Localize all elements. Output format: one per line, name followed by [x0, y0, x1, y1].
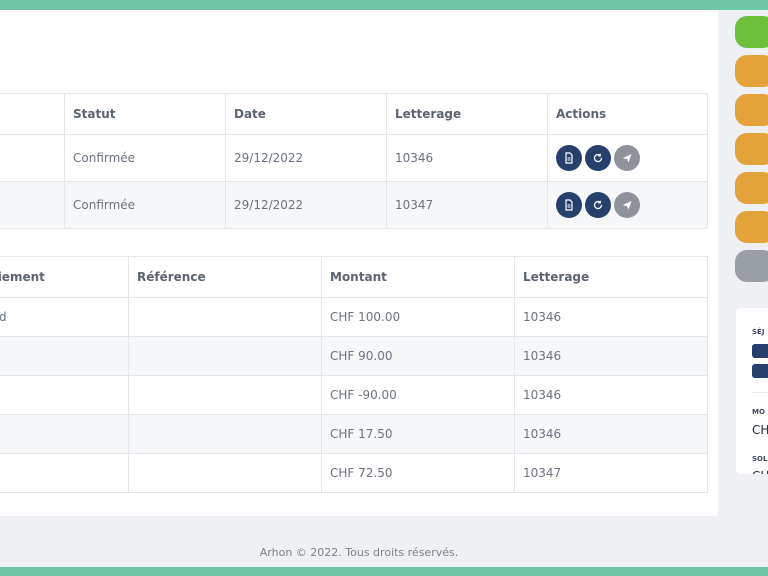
refresh-icon[interactable] — [585, 145, 611, 171]
cell-paiement — [0, 453, 129, 493]
cell-date: 29/12/2022 — [225, 134, 387, 182]
cell-actions — [547, 134, 708, 182]
stay-summary-card: SÉJ MO CH SOL CH — [736, 308, 768, 474]
cell-reference — [128, 336, 322, 376]
cell-reference — [128, 375, 322, 415]
table-row: CHF 72.50 10347 — [0, 453, 708, 493]
document-icon[interactable] — [556, 192, 582, 218]
cell-montant: CHF 100.00 — [321, 297, 515, 337]
orders-table: Statut Date Letterage Actions Confirmée … — [0, 93, 708, 229]
status-pill-orange[interactable] — [735, 55, 768, 87]
montant-label: MO — [752, 408, 765, 416]
table-row: Confirmée 29/12/2022 10347 — [0, 181, 708, 229]
column-header-paiement: paiement — [0, 256, 129, 298]
cell-paiement — [0, 414, 129, 454]
solde-label: SOL — [752, 455, 768, 463]
montant-value: CH — [752, 423, 768, 437]
table-header-row: paiement Référence Montant Letterage — [0, 256, 708, 298]
solde-value: CH — [752, 469, 768, 474]
cell-letterage: 10346 — [386, 134, 548, 182]
cell-statut: Confirmée — [64, 181, 226, 229]
status-pill-column — [735, 16, 768, 289]
column-header-letterage: Letterage — [386, 93, 548, 135]
table-row: d CHF 100.00 10346 — [0, 297, 708, 337]
status-pill-orange[interactable] — [735, 172, 768, 204]
divider — [752, 392, 768, 393]
status-pill-orange[interactable] — [735, 94, 768, 126]
cell-letterage: 10346 — [514, 297, 708, 337]
cell-actions — [547, 181, 708, 229]
table-row: CHF -90.00 10346 — [0, 375, 708, 415]
table-cell — [0, 134, 65, 182]
cell-letterage: 10346 — [514, 414, 708, 454]
sejour-label: SÉJ — [752, 328, 765, 336]
cell-letterage: 10347 — [386, 181, 548, 229]
send-icon[interactable] — [614, 145, 640, 171]
payments-table: paiement Référence Montant Letterage d C… — [0, 256, 708, 493]
refresh-icon[interactable] — [585, 192, 611, 218]
status-pill-green[interactable] — [735, 16, 768, 48]
bed-icon — [752, 344, 768, 358]
column-header-montant: Montant — [321, 256, 515, 298]
cell-date: 29/12/2022 — [225, 181, 387, 229]
column-header-statut: Statut — [64, 93, 226, 135]
status-pill-orange[interactable] — [735, 133, 768, 165]
footer-copyright: Arhon © 2022. Tous droits réservés. — [259, 546, 459, 559]
column-header — [0, 93, 65, 135]
status-pill-grey[interactable] — [735, 250, 768, 282]
cell-paiement: d — [0, 297, 129, 337]
cell-letterage: 10346 — [514, 375, 708, 415]
cell-montant: CHF 90.00 — [321, 336, 515, 376]
cell-montant: CHF 17.50 — [321, 414, 515, 454]
table-header-row: Statut Date Letterage Actions — [0, 93, 708, 135]
send-icon[interactable] — [614, 192, 640, 218]
top-accent-bar — [0, 0, 768, 10]
bottom-accent-bar — [0, 567, 768, 576]
cell-montant: CHF -90.00 — [321, 375, 515, 415]
document-icon[interactable] — [556, 145, 582, 171]
table-row: Confirmée 29/12/2022 10346 — [0, 134, 708, 182]
status-pill-orange[interactable] — [735, 211, 768, 243]
column-header-letterage: Letterage — [514, 256, 708, 298]
cell-montant: CHF 72.50 — [321, 453, 515, 493]
card-header-strip — [0, 10, 718, 28]
cell-paiement — [0, 375, 129, 415]
table-cell — [0, 181, 65, 229]
cell-reference — [128, 297, 322, 337]
cell-letterage: 10346 — [514, 336, 708, 376]
table-row: CHF 17.50 10346 — [0, 414, 708, 454]
column-header-reference: Référence — [128, 256, 322, 298]
cell-reference — [128, 414, 322, 454]
cell-letterage: 10347 — [514, 453, 708, 493]
cell-paiement — [0, 336, 129, 376]
cell-statut: Confirmée — [64, 134, 226, 182]
column-header-actions: Actions — [547, 93, 708, 135]
bed-icon — [752, 364, 768, 378]
table-row: CHF 90.00 10346 — [0, 336, 708, 376]
column-header-date: Date — [225, 93, 387, 135]
cell-reference — [128, 453, 322, 493]
